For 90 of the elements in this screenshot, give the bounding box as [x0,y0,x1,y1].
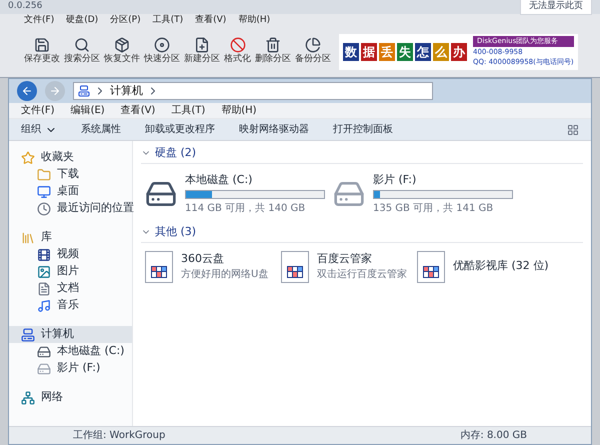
app-file-icon [281,250,309,282]
save-icon [34,37,50,54]
app-file-icon [417,250,445,282]
sidebar-item[interactable]: 视频 [9,246,132,263]
sidebar-item[interactable]: 最近访问的位置 [9,200,132,217]
drive-name[interactable]: 本地磁盘 (C:) [185,172,325,188]
menu-item[interactable]: 查看(V) [195,14,226,28]
sidebar-item[interactable]: 下载 [9,166,132,183]
banner-character: 丢 [379,43,395,61]
banner-character: 数 [343,43,359,61]
menu-item[interactable]: 文件(F) [21,103,55,118]
address-segment[interactable]: 计算机 [110,82,143,100]
hard-drive-icon [37,362,51,376]
folder-icon [37,168,51,182]
sidebar-item[interactable]: 桌面 [9,183,132,200]
toolbar-button[interactable]: 搜索分区 [64,37,100,67]
group-header: 硬盘 (2) [155,145,196,161]
menu-item[interactable]: 工具(T) [152,14,184,28]
item-name[interactable]: 优酷影视库 (32 位) [453,258,549,275]
toolbar-button[interactable]: 组织 [21,122,57,137]
computer-icon [21,328,35,342]
toolbar-button[interactable]: 新建分区 [184,37,220,67]
toolbar-button[interactable]: 格式化 [224,37,251,67]
menu-item[interactable]: 编辑(E) [70,103,105,118]
app-file-icon [145,250,173,282]
music-note-icon [37,298,51,312]
film-icon [37,248,51,262]
item-name[interactable]: 360云盘 [181,250,268,268]
image-icon [37,264,51,278]
toolbar-button[interactable]: 卸载或更改程序 [145,122,215,137]
banner-character: 办 [451,43,467,61]
clock-icon [37,202,51,216]
toolbar-button[interactable]: 快速分区 [144,37,180,67]
library-icon [21,230,35,244]
window-title: 0.0.256 [8,0,42,14]
back-button[interactable] [17,81,37,101]
sidebar-item[interactable]: 文档 [9,280,132,297]
sidebar-item[interactable]: 图片 [9,263,132,280]
toolbar-button[interactable]: 打开控制面板 [333,122,393,137]
menu-item[interactable]: 文件(F) [24,14,54,28]
forward-arrow-icon [49,85,61,97]
document-icon [37,282,51,296]
toolbar-button[interactable]: 恢复文件 [104,37,140,67]
drive-capacity: 135 GB 可用，共 141 GB [373,202,494,216]
network-icon [21,390,35,404]
address-bar[interactable]: 计算机 [73,82,433,100]
view-options-icon[interactable] [567,124,579,136]
toolbar-button[interactable]: 系统属性 [81,122,121,137]
banner-character: 么 [433,43,449,61]
item-description: 方便好用的网络U盘 [181,268,268,282]
no-entry-icon [230,37,246,54]
trash-icon [265,37,281,54]
sidebar-item[interactable]: 本地磁盘 (C:) [9,343,132,360]
monitor-icon [37,184,51,198]
sidebar-item[interactable]: 网络 [9,389,132,406]
search-icon [74,37,90,54]
toolbar-button[interactable]: 删除分区 [255,37,291,67]
hard-drive-icon [37,344,51,358]
group-header: 其他 (3) [155,224,196,240]
banner-character: 据 [361,43,377,61]
back-arrow-icon [21,85,33,97]
menu-item[interactable]: 帮助(H) [221,103,257,118]
menu-item[interactable]: 硬盘(D) [66,14,98,28]
toolbar-button[interactable]: 映射网络驱动器 [239,122,309,137]
star-icon [21,150,35,164]
toolbar-button[interactable]: 保存更改 [24,37,60,67]
pie-chart-icon [305,37,321,54]
toolbar-button[interactable]: 备份分区 [295,37,331,67]
banner-character: 怎 [415,43,431,61]
item-name[interactable]: 百度云管家 [317,250,407,268]
status-text: 内存: 8.00 GB [460,428,527,443]
sidebar-item[interactable]: 影片 (F:) [9,360,132,377]
computer-icon [78,85,90,97]
menu-item[interactable]: 查看(V) [120,103,156,118]
sidebar-item[interactable]: 计算机 [9,326,132,343]
drive-capacity: 114 GB 可用，共 140 GB [185,202,306,216]
file-plus-icon [194,37,210,54]
item-description: 双击运行百度云管家 [317,268,407,282]
sidebar-item[interactable]: 收藏夹 [9,149,132,166]
status-text: 工作组: WorkGroup [73,429,166,443]
drive-name[interactable]: 影片 (F:) [373,172,513,188]
disc-icon [154,37,170,54]
sidebar-item[interactable]: 库 [9,229,132,246]
menu-item[interactable]: 工具(T) [171,103,206,118]
menu-item[interactable]: 帮助(H) [238,14,270,28]
browser-tab[interactable]: 无法显示此页 [520,0,592,15]
menu-item[interactable]: 分区(P) [110,14,141,28]
sidebar-item[interactable]: 音乐 [9,297,132,314]
box-icon [114,37,130,54]
banner-character: 失 [397,43,413,61]
